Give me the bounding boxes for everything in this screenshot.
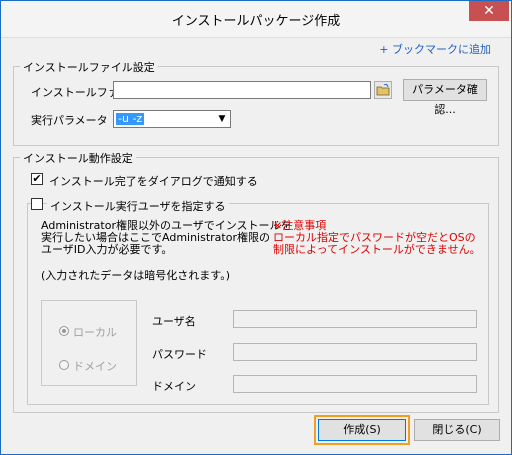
- parameter-check-button[interactable]: パラメータ確認...: [403, 79, 487, 116]
- notify-dialog-label: インストール完了をダイアログで通知する: [49, 175, 258, 188]
- specify-user-checkbox[interactable]: [31, 198, 43, 210]
- warning-note-text: ※注意事項 ローカル指定でパスワードが空だとOSの 制限によってインストールがで…: [273, 219, 481, 256]
- radio-domain-label: ドメイン: [73, 360, 117, 373]
- chevron-down-icon[interactable]: ▼: [214, 111, 230, 127]
- specify-user-label: インストール実行ユーザを指定する: [47, 198, 229, 214]
- domain-label: ドメイン: [152, 380, 196, 393]
- exec-parameter-value: -u -z: [116, 112, 145, 125]
- exec-parameter-select[interactable]: -u -z ▼: [113, 110, 231, 128]
- domain-input[interactable]: [233, 375, 477, 393]
- user-info-text: Administrator権限以外のユーザでインストールを 実行したい場合はここ…: [41, 219, 292, 256]
- password-input[interactable]: [233, 343, 477, 361]
- username-input[interactable]: [233, 310, 477, 328]
- password-label: パスワード: [152, 348, 207, 361]
- install-file-settings-group: インストールファイル設定: [13, 59, 499, 146]
- install-file-input[interactable]: [113, 81, 371, 99]
- dialog-window: インストールパッケージ作成 ✕ + ブックマークに追加 インストールファイル設定…: [0, 0, 512, 455]
- create-button[interactable]: 作成(S): [318, 419, 406, 441]
- folder-browse-icon[interactable]: [374, 81, 392, 99]
- radio-local[interactable]: [59, 326, 69, 336]
- window-title: インストールパッケージ作成: [171, 14, 341, 29]
- add-bookmark-link[interactable]: + ブックマークに追加: [379, 41, 491, 57]
- notify-dialog-checkbox[interactable]: ✔: [31, 173, 43, 185]
- exec-parameter-label: 実行パラメータ: [31, 114, 108, 127]
- close-window-button[interactable]: ✕: [469, 1, 509, 21]
- install-file-settings-legend: インストールファイル設定: [20, 59, 158, 75]
- encryption-note: (入力されたデータは暗号化されます。): [41, 269, 230, 282]
- title-bar[interactable]: インストールパッケージ作成 ✕: [1, 1, 511, 38]
- close-button[interactable]: 閉じる(C): [414, 419, 500, 441]
- username-label: ユーザ名: [152, 315, 196, 328]
- install-action-settings-legend: インストール動作設定: [20, 150, 136, 166]
- radio-domain[interactable]: [59, 360, 69, 370]
- dialog-body: + ブックマークに追加 インストールファイル設定 インストールファイル パラメー…: [1, 38, 511, 454]
- radio-local-label: ローカル: [73, 326, 117, 339]
